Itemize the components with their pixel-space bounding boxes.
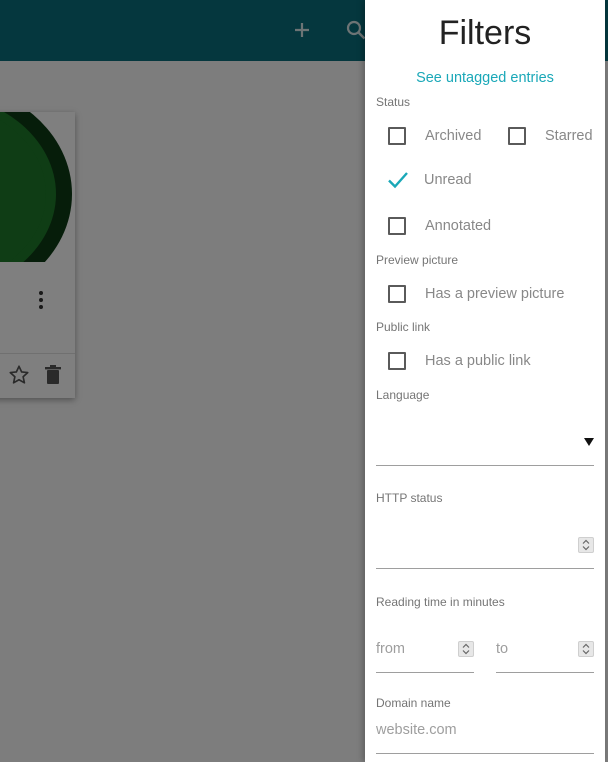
domain-name-input[interactable]: website.com — [376, 716, 594, 754]
archived-label: Archived — [425, 128, 482, 144]
reading-time-section-label: Reading time in minutes — [376, 595, 505, 609]
checkbox-box[interactable] — [508, 127, 526, 145]
checkbox-box[interactable] — [388, 352, 406, 370]
starred-checkbox[interactable]: Starred — [508, 127, 593, 145]
has-public-link-label: Has a public link — [425, 353, 531, 369]
see-untagged-link[interactable]: See untagged entries — [365, 70, 605, 86]
checkbox-box[interactable] — [388, 285, 406, 303]
filters-title: Filters — [438, 14, 532, 52]
checkbox-box[interactable] — [388, 127, 406, 145]
reading-time-to-input[interactable]: to — [496, 627, 594, 673]
status-section-label: Status — [376, 95, 411, 109]
archived-checkbox[interactable]: Archived — [388, 127, 481, 145]
preview-section-label: Preview picture — [376, 253, 459, 267]
unread-label: Unread — [424, 172, 472, 188]
domain-placeholder: website.com — [376, 722, 457, 738]
checkbox-box[interactable] — [388, 217, 406, 235]
public-link-section-label: Public link — [376, 320, 431, 334]
starred-label: Starred — [545, 128, 593, 144]
reading-time-from-input[interactable]: from — [376, 627, 474, 673]
language-section-label: Language — [376, 388, 430, 402]
dropdown-arrow-icon[interactable] — [584, 438, 594, 446]
annotated-label: Annotated — [425, 218, 492, 234]
from-placeholder: from — [376, 641, 405, 657]
unread-checkbox[interactable]: Unread — [388, 168, 472, 192]
checkmark-icon[interactable] — [386, 168, 410, 192]
http-status-input[interactable] — [376, 523, 594, 569]
number-spinner-icon[interactable] — [458, 641, 474, 657]
filters-drawer: Filters See untagged entries Status Arch… — [365, 0, 605, 762]
http-status-section-label: HTTP status — [376, 491, 443, 505]
number-spinner-icon[interactable] — [578, 537, 594, 553]
language-select[interactable] — [376, 420, 594, 466]
has-preview-checkbox[interactable]: Has a preview picture — [388, 285, 564, 303]
has-public-link-checkbox[interactable]: Has a public link — [388, 352, 531, 370]
to-placeholder: to — [496, 641, 509, 657]
annotated-checkbox[interactable]: Annotated — [388, 217, 491, 235]
number-spinner-icon[interactable] — [578, 641, 594, 657]
domain-section-label: Domain name — [376, 696, 451, 710]
has-preview-label: Has a preview picture — [425, 286, 565, 302]
